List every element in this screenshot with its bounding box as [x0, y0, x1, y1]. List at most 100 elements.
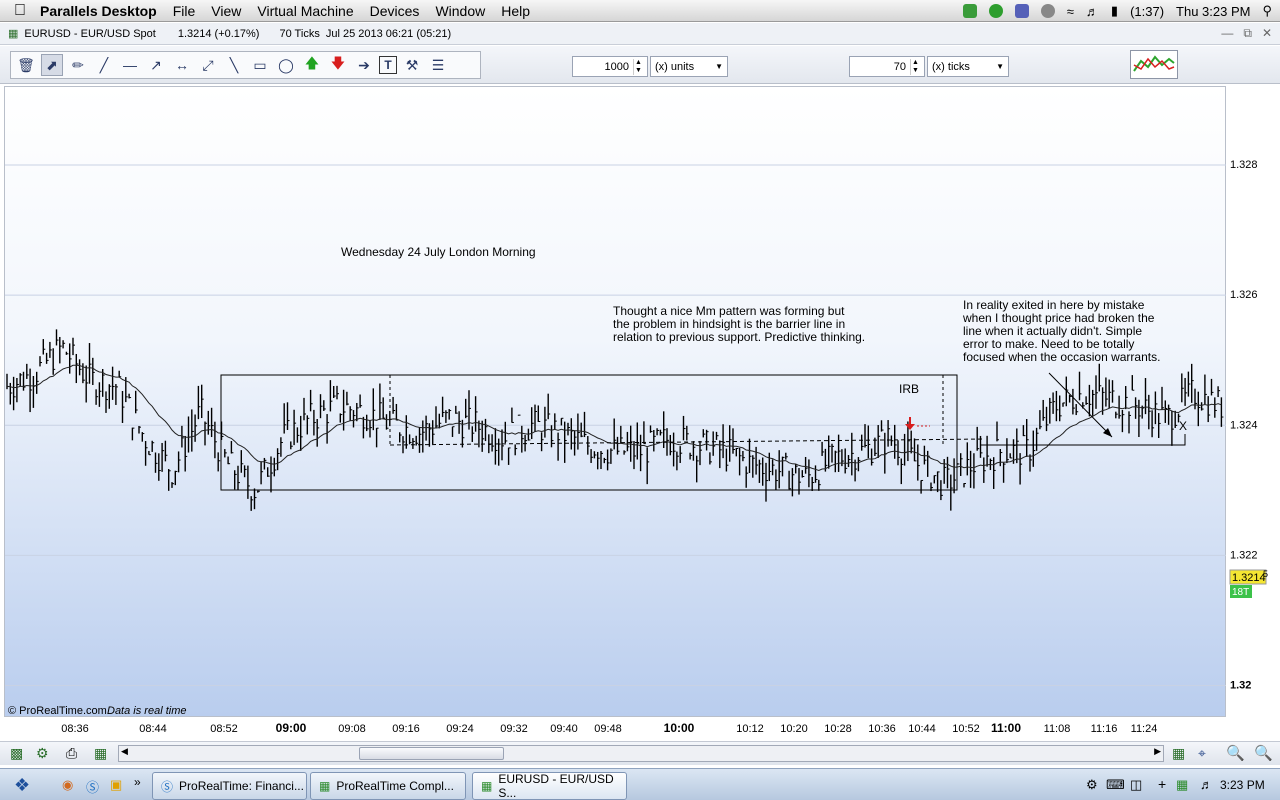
- ray-tool-icon[interactable]: ↗: [145, 54, 167, 76]
- stepper-arrows-icon[interactable]: ▲ ▼: [633, 58, 643, 75]
- units-stepper[interactable]: 1000 ▲ ▼: [572, 56, 648, 77]
- chevron-down-icon[interactable]: ▼: [996, 62, 1004, 71]
- menu-devices[interactable]: Devices: [370, 3, 420, 19]
- stepper-arrows-icon[interactable]: ▲ ▼: [910, 58, 920, 75]
- firefox-icon[interactable]: ◉: [62, 777, 73, 793]
- ticks-stepper[interactable]: 70 ▲ ▼: [849, 56, 925, 77]
- price-scale[interactable]: 1.328 1.326 1.324 1.322 1.32 1.3214 5 18T: [1226, 86, 1280, 717]
- annotation-exit-line-1[interactable]: In reality exited in here by mistake: [963, 298, 1145, 312]
- crosshair-icon[interactable]: ⌖: [1198, 745, 1206, 762]
- zoom-in-icon[interactable]: 🔍: [1254, 744, 1273, 762]
- sell-arrow-icon[interactable]: 🡇: [327, 54, 349, 76]
- rectangle-tool-icon[interactable]: ▭: [249, 54, 271, 76]
- app-name-menu[interactable]: Parallels Desktop: [40, 3, 157, 19]
- fibonacci-tool-icon[interactable]: ☰: [427, 54, 449, 76]
- battery-icon[interactable]: ▮: [1111, 3, 1118, 19]
- ticks-select[interactable]: (x) ticks ▼: [927, 56, 1009, 77]
- scroll-right-icon[interactable]: ▶: [1154, 746, 1161, 757]
- pointer-tool-icon[interactable]: ⬈: [41, 54, 63, 76]
- keyboard-tray-icon[interactable]: ⌨: [1106, 777, 1125, 793]
- chevron-down-icon[interactable]: ▼: [715, 62, 723, 71]
- scroll-left-icon[interactable]: ◀: [121, 746, 128, 757]
- right-arrow-icon[interactable]: ➔: [353, 54, 375, 76]
- x-marker-label[interactable]: X: [1179, 419, 1187, 433]
- bluetooth-device-icon[interactable]: [1014, 4, 1029, 18]
- menu-help[interactable]: Help: [501, 3, 530, 19]
- annotation-exit-line-2[interactable]: when I thought price had broken the: [962, 311, 1155, 325]
- network-status-icon[interactable]: [988, 4, 1003, 18]
- volume-icon[interactable]: ♬: [1086, 4, 1099, 19]
- taskbar-item-prorealtime-financial[interactable]: Ⓢ ProRealTime: Financi...: [152, 772, 307, 800]
- wifi-icon[interactable]: ≈: [1067, 4, 1074, 19]
- taskbar-clock[interactable]: 3:23 PM: [1220, 778, 1265, 792]
- chart-settings-icon[interactable]: ⚙: [36, 745, 49, 762]
- prorealtime-icon: ▦: [481, 779, 493, 793]
- menu-view[interactable]: View: [211, 3, 241, 19]
- annotation-pattern-line-2[interactable]: the problem in hindsight is the barrier …: [613, 317, 845, 331]
- chart-scrollbar[interactable]: ◀ ▶: [118, 745, 1164, 762]
- annotation-pattern-line-1[interactable]: Thought a nice Mm pattern was forming bu…: [613, 304, 845, 318]
- time-tick-label: 11:00: [991, 721, 1021, 735]
- ticks-value[interactable]: 70: [850, 61, 910, 73]
- range-box[interactable]: [220, 374, 958, 491]
- print-icon[interactable]: ⎙: [66, 745, 77, 762]
- segment-tool-icon[interactable]: ↔: [171, 54, 193, 76]
- volume-tray-icon[interactable]: ♬: [1200, 777, 1213, 792]
- auto-scale-icon[interactable]: ▦: [1172, 745, 1185, 762]
- windows-start-icon[interactable]: ❖: [14, 775, 30, 796]
- menu-window[interactable]: Window: [435, 3, 485, 19]
- buy-arrow-icon[interactable]: 🡅: [301, 54, 323, 76]
- units-select[interactable]: (x) units ▼: [650, 56, 728, 77]
- indicators-button[interactable]: [1130, 50, 1178, 79]
- outlook-icon[interactable]: ▣: [110, 777, 122, 793]
- table-icon[interactable]: ▦: [94, 745, 107, 762]
- scrollbar-thumb[interactable]: [359, 747, 504, 760]
- ellipse-tool-icon[interactable]: ◯: [275, 54, 297, 76]
- realtime-note: Data is real time: [107, 705, 186, 717]
- zoom-out-icon[interactable]: 🔍: [1226, 744, 1245, 762]
- barrier-line[interactable]: [980, 434, 1186, 446]
- menubar-clock[interactable]: Thu 3:23 PM: [1176, 4, 1250, 19]
- restore-button[interactable]: ⧉: [1243, 26, 1252, 41]
- add-tray-icon[interactable]: +: [1158, 776, 1166, 792]
- time-tick-labels: 08:36 08:44 08:52 09:00 09:08 09:16 09:24 09:32…: [61, 721, 1157, 735]
- annotation-title[interactable]: Wednesday 24 July London Morning: [341, 245, 536, 259]
- horizontal-line-tool-icon[interactable]: —: [119, 54, 141, 76]
- internet-explorer-icon[interactable]: Ⓢ: [86, 777, 99, 796]
- taskbar-item-eurusd[interactable]: ▦ EURUSD - EUR/USD S...: [472, 772, 627, 800]
- time-machine-icon[interactable]: [1040, 4, 1055, 18]
- quick-launch-more-icon[interactable]: »: [134, 775, 141, 789]
- taskbar-item-prorealtime-complete[interactable]: ▦ ProRealTime Compl...: [310, 772, 466, 800]
- price-chart-canvas[interactable]: Wednesday 24 July London Morning Thought…: [5, 87, 1227, 718]
- time-tick-label: 10:28: [824, 723, 852, 735]
- menu-file[interactable]: File: [173, 3, 196, 19]
- text-tool-icon[interactable]: T: [379, 56, 397, 74]
- irb-label[interactable]: IRB: [899, 382, 919, 396]
- display-tray-icon[interactable]: ◫: [1130, 777, 1142, 793]
- extended-line-tool-icon[interactable]: ⤢: [197, 54, 219, 76]
- trash-icon[interactable]: 🗑: [15, 54, 37, 76]
- trendline-tool-icon[interactable]: ╱: [93, 54, 115, 76]
- minimize-button[interactable]: —: [1221, 26, 1233, 41]
- annotation-exit-line-3[interactable]: line when it actually didn't. Simple: [963, 324, 1142, 338]
- annotation-exit-line-5[interactable]: focused when the occasion warrants.: [963, 350, 1160, 364]
- parallels-status-icon[interactable]: [962, 4, 977, 18]
- sell-signal-arrow[interactable]: [905, 417, 930, 430]
- annotation-pattern-line-3[interactable]: relation to previous support. Predictive…: [613, 330, 865, 344]
- tools-icon[interactable]: ⚒: [401, 54, 423, 76]
- prorealtime-tray-icon[interactable]: ▦: [1176, 777, 1188, 793]
- time-axis[interactable]: 08:36 08:44 08:52 09:00 09:08 09:16 09:24 09:32…: [4, 717, 1226, 739]
- network-tray-icon[interactable]: ⚙: [1086, 777, 1098, 793]
- units-value[interactable]: 1000: [573, 61, 633, 73]
- chart-datetime: Jul 25 2013 06:21 (05:21): [325, 27, 452, 40]
- price-chart[interactable]: Wednesday 24 July London Morning Thought…: [4, 86, 1227, 718]
- apple-icon[interactable]: : [0, 2, 40, 20]
- spotlight-search-icon[interactable]: ⚲: [1262, 3, 1272, 19]
- ruler-tool-icon[interactable]: ✏: [67, 54, 89, 76]
- time-axis-canvas: 08:36 08:44 08:52 09:00 09:08 09:16 09:24 09:32…: [61, 721, 1157, 735]
- annotation-exit-line-4[interactable]: error to make. Need to be totally: [963, 337, 1134, 351]
- menu-virtual-machine[interactable]: Virtual Machine: [257, 3, 353, 19]
- channel-tool-icon[interactable]: ╲: [223, 54, 245, 76]
- add-indicator-icon[interactable]: ▩: [10, 745, 23, 762]
- close-button[interactable]: ✕: [1262, 26, 1272, 41]
